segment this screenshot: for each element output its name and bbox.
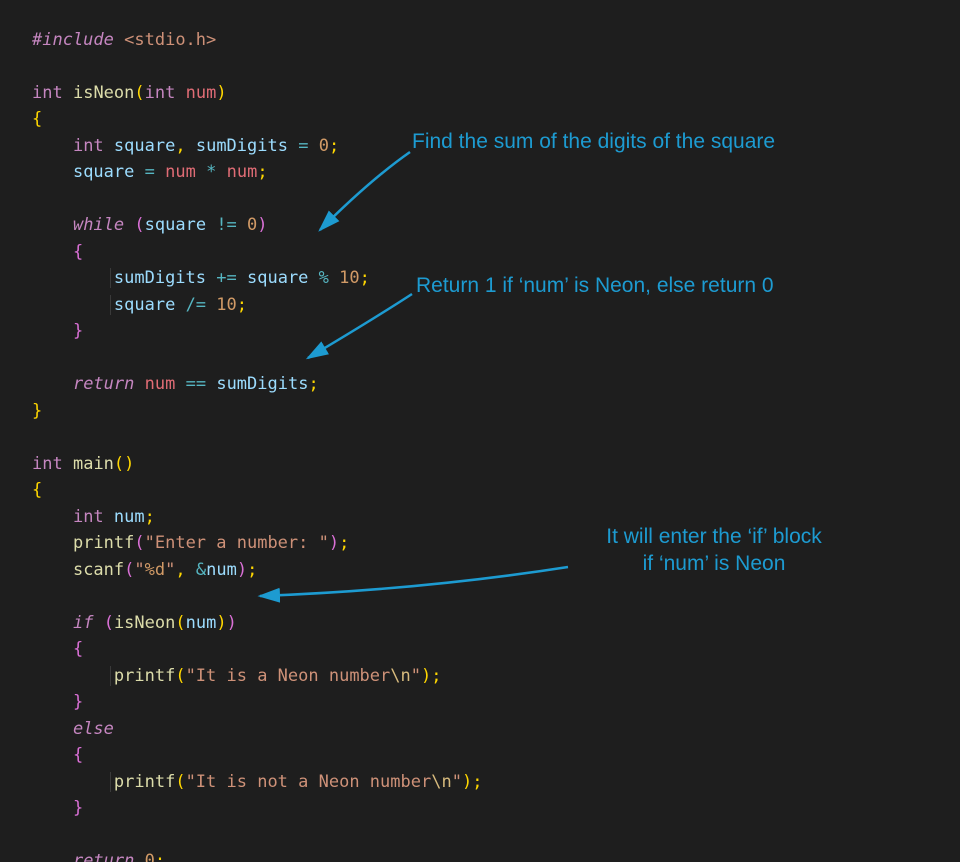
call-scanf: scanf xyxy=(73,560,124,580)
preproc-include: #include xyxy=(32,30,114,50)
fmt-spec: %d xyxy=(145,560,165,580)
kw-int: int xyxy=(32,83,63,103)
kw-else: else xyxy=(73,719,114,739)
var-square: square xyxy=(114,136,175,156)
str-enter: "Enter a number: " xyxy=(145,533,329,553)
call-printf: printf xyxy=(73,533,134,553)
lbrace: { xyxy=(73,242,83,262)
param-num: num xyxy=(186,83,217,103)
rbrace: } xyxy=(32,401,42,421)
lparen: ( xyxy=(134,83,144,103)
fn-main: main xyxy=(73,454,114,474)
kw-while: while xyxy=(73,215,124,235)
var-sumDigits: sumDigits xyxy=(196,136,288,156)
annotation-1: Find the sum of the digits of the square xyxy=(412,128,775,155)
lbrace: { xyxy=(32,109,42,129)
str-isnot: "It is not a Neon number xyxy=(186,772,432,792)
var-num: num xyxy=(114,507,145,527)
rparen: ) xyxy=(216,83,226,103)
kw-if: if xyxy=(73,613,93,633)
annotation-3-line2: if ‘num’ is Neon xyxy=(643,552,786,575)
header-name: <stdio.h> xyxy=(124,30,216,50)
kw-return: return xyxy=(73,374,134,394)
annotation-2: Return 1 if ‘num’ is Neon, else return 0 xyxy=(416,272,774,299)
annotation-3-line1: It will enter the ‘if’ block xyxy=(606,525,822,548)
str-is: "It is a Neon number xyxy=(186,666,391,686)
fn-isNeon: isNeon xyxy=(73,83,134,103)
rbrace: } xyxy=(73,321,83,341)
annotation-3: It will enter the ‘if’ block if ‘num’ is… xyxy=(574,523,854,578)
